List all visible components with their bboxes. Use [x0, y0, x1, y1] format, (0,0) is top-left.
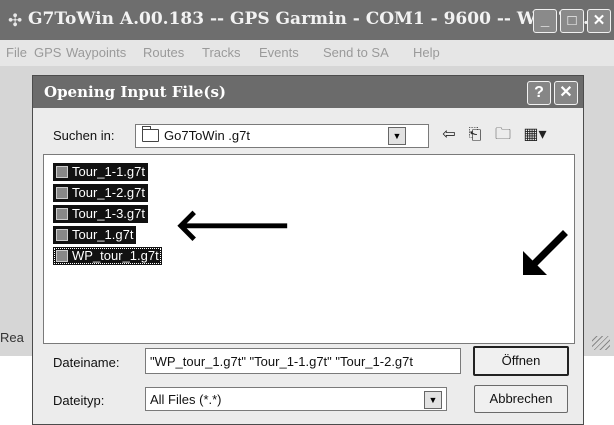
file-name: Tour_1.g7t: [72, 227, 134, 242]
menu-routes[interactable]: Routes: [143, 45, 184, 60]
file-list[interactable]: Tour_1-1.g7t Tour_1-2.g7t Tour_1-3.g7t T…: [43, 154, 575, 344]
filetype-chevron-down-icon[interactable]: ▼: [424, 391, 442, 409]
dialog-close-icon[interactable]: ✕: [554, 81, 578, 105]
open-file-dialog: Opening Input File(s) ? ✕ Suchen in: Go7…: [32, 75, 584, 425]
menu-send-to-sa[interactable]: Send to SA: [323, 45, 389, 60]
look-in-label: Suchen in:: [53, 128, 115, 143]
list-item[interactable]: Tour_1.g7t: [53, 226, 137, 244]
resize-grip[interactable]: [592, 336, 610, 350]
file-icon: [56, 187, 68, 199]
cancel-button[interactable]: Abbrechen: [474, 385, 568, 413]
filename-label: Dateiname:: [53, 355, 120, 370]
file-icon: [56, 166, 68, 178]
folder-icon: [142, 126, 159, 142]
arrow-left-icon: 🡐: [174, 201, 292, 250]
look-in-value: Go7ToWin .g7t: [164, 128, 250, 143]
view-menu-icon[interactable]: ▦▾: [521, 124, 549, 146]
arrow-down-left-icon: [523, 230, 568, 275]
new-folder-icon[interactable]: 🗀: [491, 124, 515, 146]
close-icon[interactable]: ✕: [587, 9, 611, 33]
help-icon[interactable]: ?: [527, 81, 551, 105]
file-icon: [56, 229, 68, 241]
file-icon: [56, 208, 68, 220]
file-name: WP_tour_1.g7t: [72, 248, 159, 263]
main-title-bar[interactable]: ✣ G7ToWin A.00.183 -- GPS Garmin - COM1 …: [0, 0, 614, 40]
filetype-select[interactable]: All Files (*.*): [145, 387, 447, 411]
chevron-down-icon[interactable]: ▼: [388, 127, 406, 145]
list-item[interactable]: Tour_1-3.g7t: [53, 205, 148, 223]
open-button[interactable]: Öffnen: [473, 346, 569, 376]
menu-bar: File GPS Waypoints Routes Tracks Events …: [0, 40, 614, 66]
menu-waypoints[interactable]: Waypoints: [66, 45, 126, 60]
list-item[interactable]: WP_tour_1.g7t: [53, 247, 162, 265]
list-item[interactable]: Tour_1-1.g7t: [53, 163, 148, 181]
back-icon[interactable]: ⇦: [439, 124, 459, 146]
filename-field[interactable]: "WP_tour_1.g7t" "Tour_1-1.g7t" "Tour_1-2…: [145, 348, 461, 374]
menu-gps[interactable]: GPS: [34, 45, 61, 60]
look-in-combo[interactable]: Go7ToWin .g7t ▼: [135, 124, 429, 148]
file-icon: [56, 250, 68, 262]
main-window-title: G7ToWin A.00.183 -- GPS Garmin - COM1 - …: [28, 9, 595, 29]
up-folder-icon[interactable]: ⎗: [465, 124, 485, 146]
file-name: Tour_1-3.g7t: [72, 206, 145, 221]
dialog-title-bar[interactable]: Opening Input File(s) ? ✕: [33, 76, 583, 108]
menu-help[interactable]: Help: [413, 45, 440, 60]
app-icon: ✣: [8, 11, 23, 30]
file-name: Tour_1-2.g7t: [72, 185, 145, 200]
maximize-icon[interactable]: □: [560, 9, 584, 33]
menu-events[interactable]: Events: [259, 45, 299, 60]
menu-file[interactable]: File: [6, 45, 27, 60]
list-item[interactable]: Tour_1-2.g7t: [53, 184, 148, 202]
menu-tracks[interactable]: Tracks: [202, 45, 241, 60]
minimize-icon[interactable]: _: [533, 9, 557, 33]
filetype-label: Dateityp:: [53, 393, 105, 408]
status-text: Rea: [0, 330, 24, 345]
dialog-title: Opening Input File(s): [44, 83, 227, 101]
file-name: Tour_1-1.g7t: [72, 164, 145, 179]
